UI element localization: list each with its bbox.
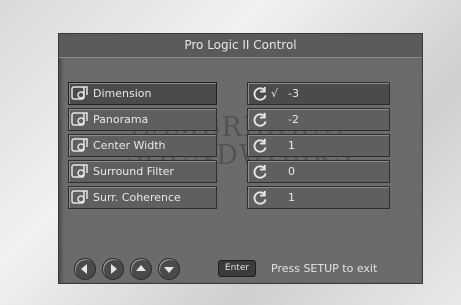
value-text: -2 — [288, 113, 299, 126]
right-arrow-icon[interactable] — [102, 258, 124, 280]
menu-item-label: Surr. Coherence — [93, 191, 181, 204]
selected-check-icon: √ — [271, 87, 279, 100]
value-item-surround-filter[interactable]: 0 — [247, 160, 390, 183]
down-arrow-icon[interactable] — [158, 258, 180, 280]
menu-item-label: Surround Filter — [93, 165, 174, 178]
value-text: -3 — [288, 87, 299, 100]
enter-button[interactable]: Enter — [218, 260, 256, 277]
value-item-surr-coherence[interactable]: 1 — [247, 186, 390, 209]
menu-item-panorama[interactable]: Panorama — [68, 108, 217, 131]
left-arrow-icon[interactable] — [74, 258, 96, 280]
settings-list: Dimension Panorama Center Width Surround… — [68, 82, 217, 212]
value-text: 1 — [288, 139, 295, 152]
menu-item-label: Panorama — [93, 113, 149, 126]
exit-hint: Press SETUP to exit — [271, 262, 378, 275]
value-item-panorama[interactable]: -2 — [247, 108, 390, 131]
value-list: √ -3 -2 1 0 1 — [247, 82, 390, 212]
refresh-icon — [253, 112, 267, 127]
speaker-note-icon — [71, 86, 88, 100]
up-arrow-icon[interactable] — [130, 258, 152, 280]
refresh-icon — [253, 86, 267, 101]
refresh-icon — [253, 164, 267, 179]
value-item-center-width[interactable]: 1 — [247, 134, 390, 157]
speaker-note-icon — [71, 112, 88, 126]
menu-item-surr-coherence[interactable]: Surr. Coherence — [68, 186, 217, 209]
osd-screen: Pro Logic II Control CAMBRIDGE® SOUNDWOR… — [58, 33, 423, 284]
speaker-note-icon — [71, 138, 88, 152]
refresh-icon — [253, 138, 267, 153]
menu-item-surround-filter[interactable]: Surround Filter — [68, 160, 217, 183]
value-text: 1 — [288, 191, 295, 204]
menu-item-center-width[interactable]: Center Width — [68, 134, 217, 157]
footer-bar: Enter Press SETUP to exit — [59, 255, 422, 283]
page-title: Pro Logic II Control — [59, 34, 422, 58]
refresh-icon — [253, 190, 267, 205]
speaker-note-icon — [71, 164, 88, 178]
value-item-dimension[interactable]: √ -3 — [247, 82, 390, 105]
value-text: 0 — [288, 165, 295, 178]
menu-item-dimension[interactable]: Dimension — [68, 82, 217, 105]
menu-item-label: Center Width — [93, 139, 166, 152]
menu-item-label: Dimension — [93, 87, 152, 100]
speaker-note-icon — [71, 190, 88, 204]
